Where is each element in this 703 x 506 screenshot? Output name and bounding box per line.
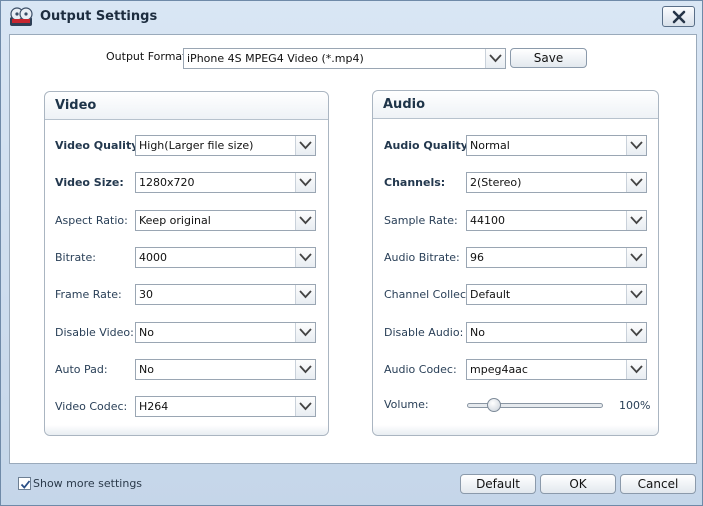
video-field-value: 1280x720 (139, 176, 195, 190)
chevron-down-icon[interactable] (626, 136, 646, 155)
show-more-checkbox[interactable] (18, 477, 31, 490)
video-field-label: Video Size: (55, 176, 124, 190)
chevron-down-icon[interactable] (295, 136, 315, 155)
chevron-down-icon[interactable] (295, 359, 315, 379)
audio-field-label: Audio Quality: (384, 139, 473, 152)
output-format-select[interactable]: iPhone 4S MPEG4 Video (*.mp4) (183, 48, 506, 69)
audio-field-label: Disable Audio: (384, 325, 464, 339)
audio-field-select[interactable]: Default (466, 284, 647, 306)
video-field-select[interactable]: H264 (135, 396, 316, 418)
video-group-footer (45, 425, 328, 435)
audio-field-select[interactable]: No (466, 321, 647, 343)
audio-group-header: Audio (373, 91, 658, 119)
window-title: Output Settings (40, 9, 158, 24)
video-group-header: Video (45, 92, 328, 120)
audio-field-select[interactable]: Normal (466, 135, 647, 156)
audio-group-footer (373, 425, 658, 435)
video-field-value: H264 (139, 400, 169, 414)
audio-field-value: Default (470, 288, 511, 302)
chevron-down-icon[interactable] (295, 322, 315, 342)
chevron-down-icon[interactable] (295, 210, 315, 230)
checkmark-icon (20, 480, 31, 489)
save-button[interactable]: Save (510, 48, 587, 68)
video-field-select[interactable]: No (135, 321, 316, 343)
audio-field-label: Sample Rate: (384, 213, 458, 227)
audio-field-value: Normal (470, 139, 510, 152)
output-format-value: iPhone 4S MPEG4 Video (*.mp4) (187, 52, 364, 65)
cancel-button[interactable]: Cancel (620, 474, 696, 494)
video-field-label: Video Codec: (55, 400, 128, 414)
chevron-down-icon[interactable] (295, 247, 315, 267)
audio-field-value: 2(Stereo) (470, 176, 522, 190)
video-field-select[interactable]: Keep original (135, 209, 316, 231)
chevron-down-icon[interactable] (295, 285, 315, 305)
video-field-label: Aspect Ratio: (55, 213, 128, 227)
video-field-label: Auto Pad: (55, 362, 108, 376)
audio-field-value: mpeg4aac (470, 362, 528, 376)
video-field-value: Keep original (139, 213, 211, 227)
chevron-down-icon[interactable] (626, 210, 646, 230)
audio-field-select[interactable]: 2(Stereo) (466, 172, 647, 194)
audio-field-value: 44100 (470, 213, 505, 227)
audio-field-label: Audio Bitrate: (384, 250, 460, 264)
video-field-value: No (139, 325, 154, 339)
video-group-title: Video (55, 98, 97, 113)
audio-field-select[interactable]: mpeg4aac (466, 358, 647, 380)
chevron-down-icon[interactable] (626, 247, 646, 267)
video-field-select[interactable]: 30 (135, 284, 316, 306)
output-settings-window: Output Settings Output Format: iPhone 4S… (0, 0, 703, 506)
video-field-select[interactable]: 4000 (135, 246, 316, 268)
chevron-down-icon[interactable] (626, 359, 646, 379)
audio-field-select[interactable]: 96 (466, 246, 647, 268)
chevron-down-icon[interactable] (295, 397, 315, 417)
audio-group-title: Audio (383, 97, 426, 112)
video-field-value: High(Larger file size) (139, 139, 254, 152)
default-button[interactable]: Default (460, 474, 536, 494)
video-field-label: Frame Rate: (55, 288, 122, 302)
volume-value: 100% (619, 399, 651, 412)
output-format-label: Output Format: (106, 50, 191, 63)
chevron-down-icon[interactable] (626, 173, 646, 193)
video-field-value: 30 (139, 288, 153, 302)
close-button[interactable] (662, 6, 695, 27)
film-reel-icon (9, 6, 35, 28)
audio-field-label: Channels: (384, 176, 446, 190)
video-field-select[interactable]: High(Larger file size) (135, 135, 316, 156)
show-more-label[interactable]: Show more settings (33, 477, 142, 490)
video-field-select[interactable]: 1280x720 (135, 172, 316, 194)
audio-field-label: Channel Collect: (384, 288, 475, 302)
title-bar: Output Settings (1, 1, 702, 33)
audio-field-value: No (470, 325, 485, 339)
audio-field-label: Audio Codec: (384, 362, 457, 376)
chevron-down-icon[interactable] (626, 322, 646, 342)
video-field-value: 4000 (139, 250, 167, 264)
chevron-down-icon[interactable] (485, 49, 505, 68)
close-icon (672, 10, 686, 24)
audio-field-select[interactable]: 44100 (466, 209, 647, 231)
ok-button[interactable]: OK (540, 474, 616, 494)
video-field-label: Video Quality: (55, 139, 143, 152)
video-field-value: No (139, 362, 154, 376)
chevron-down-icon[interactable] (626, 285, 646, 305)
audio-field-value: 96 (470, 250, 484, 264)
video-field-label: Disable Video: (55, 325, 134, 339)
chevron-down-icon[interactable] (295, 173, 315, 193)
video-field-label: Bitrate: (55, 250, 96, 264)
volume-label: Volume: (384, 398, 429, 411)
video-field-select[interactable]: No (135, 358, 316, 380)
